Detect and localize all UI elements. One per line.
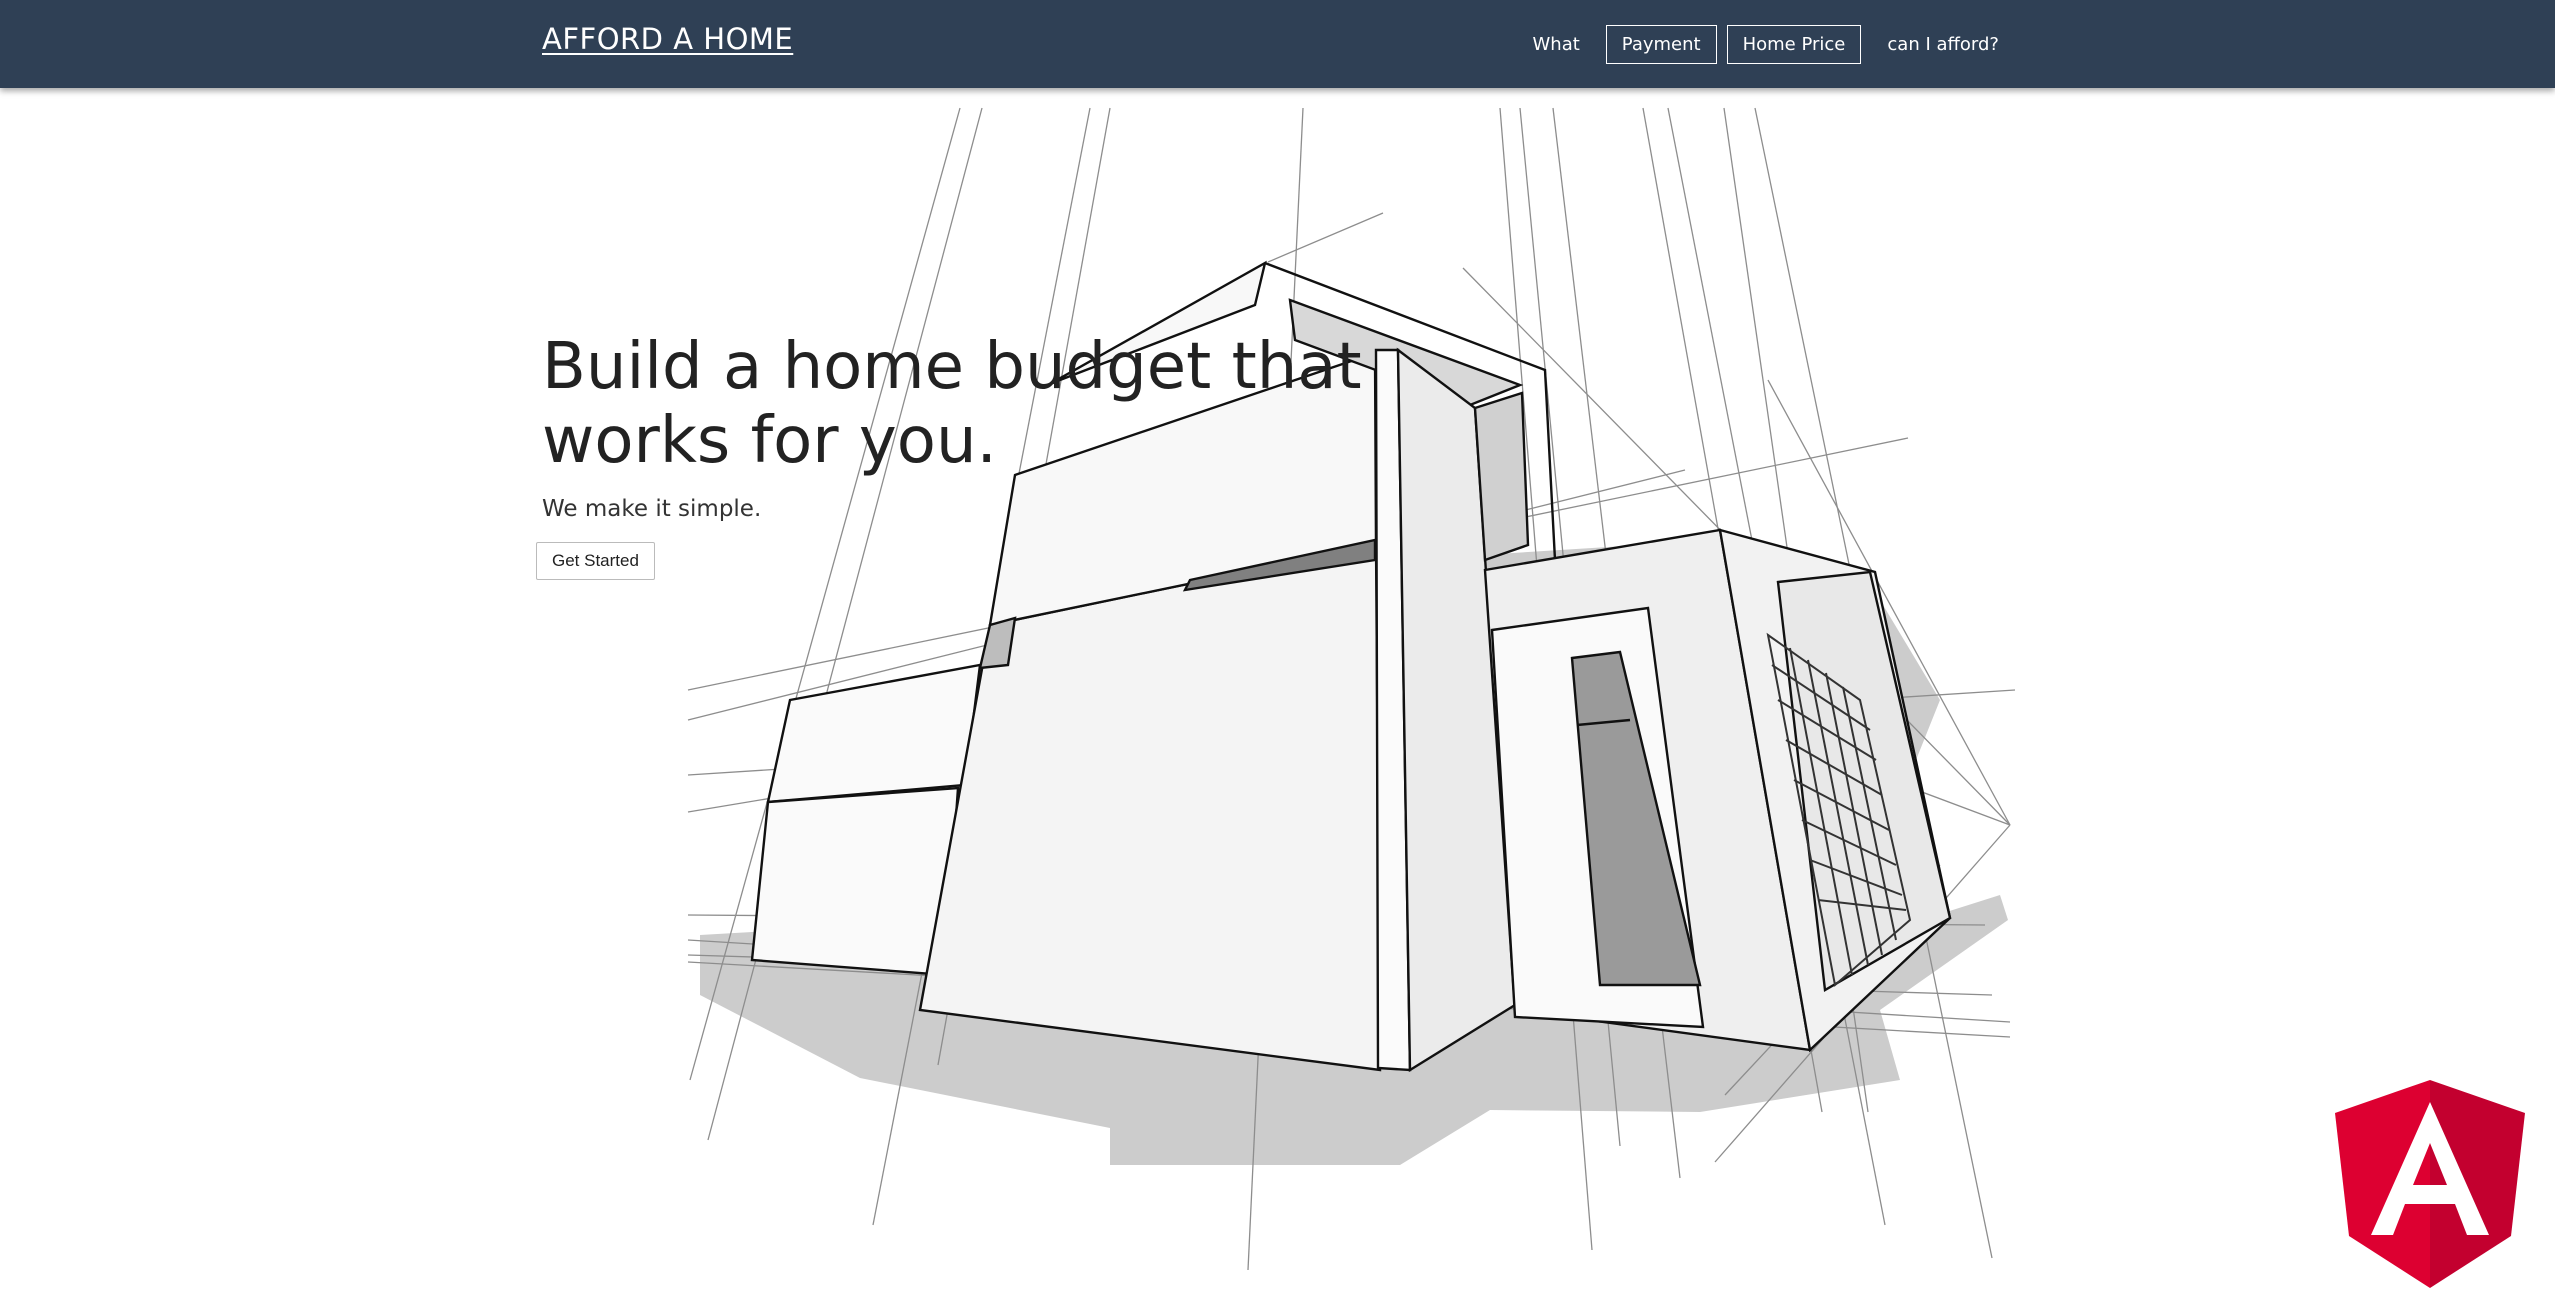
main-nav: What Payment Home Price can I afford? [1516, 25, 2015, 64]
top-navbar: AFFORD A HOME What Payment Home Price ca… [0, 0, 2555, 88]
hero-title: Build a home budget that works for you. [542, 330, 1402, 478]
nav-can-i-afford[interactable]: can I afford? [1871, 25, 2015, 64]
nav-payment[interactable]: Payment [1605, 25, 1717, 64]
hero-section: Build a home budget that works for you. … [536, 330, 1402, 580]
hero-subtitle: We make it simple. [542, 496, 762, 522]
get-started-button[interactable]: Get Started [536, 542, 655, 580]
angular-logo-icon [2335, 1080, 2525, 1288]
house-sketch-illustration [687, 107, 2016, 1271]
hero-title-line-1: Build a home budget that [542, 330, 1362, 404]
hero-title-line-2: works for you. [542, 404, 997, 478]
nav-what[interactable]: What [1516, 25, 1595, 64]
brand-logo[interactable]: AFFORD A HOME [542, 22, 793, 56]
nav-home-price[interactable]: Home Price [1726, 25, 1862, 64]
